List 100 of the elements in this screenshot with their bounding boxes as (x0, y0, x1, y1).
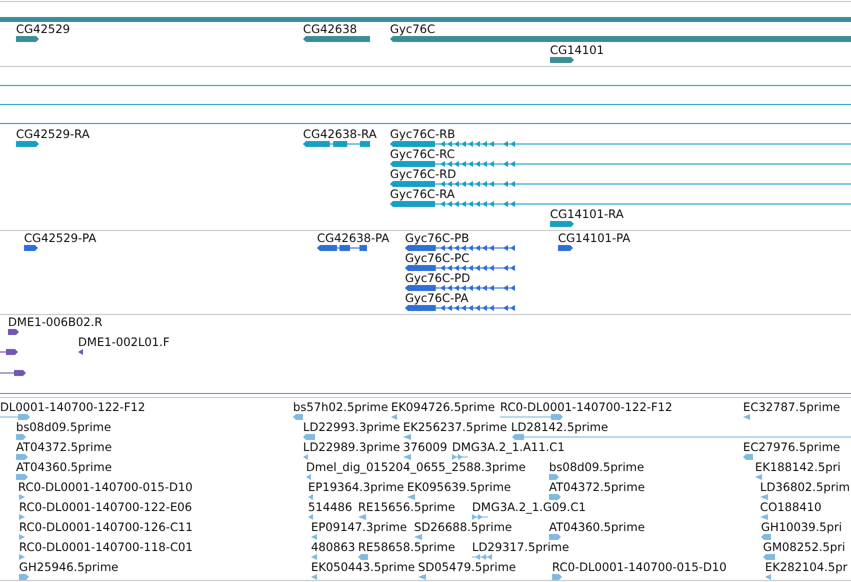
feature-label: DL0001-140700-122-F12 (0, 400, 146, 414)
feature-label: GH10039.5pri (761, 520, 842, 534)
est-glyph[interactable] (16, 454, 28, 460)
feature-label: bs57h02.5prime (293, 400, 388, 414)
clone-glyph[interactable] (8, 329, 19, 335)
feature-label: EK256237.5prime (403, 420, 508, 434)
feature-label: CG14101 (550, 43, 604, 57)
protein-glyph[interactable] (405, 265, 515, 271)
est-glyph[interactable] (16, 474, 28, 480)
est-glyph[interactable] (358, 554, 368, 560)
est-glyph[interactable] (0, 414, 30, 420)
transcript-glyph[interactable] (16, 141, 39, 147)
feature-label: RC0-DL0001-140700-122-E06 (19, 500, 192, 514)
est-glyph[interactable] (308, 514, 313, 520)
est-glyph[interactable] (303, 434, 315, 440)
est-glyph[interactable] (293, 414, 303, 420)
transcript-glyph[interactable] (390, 181, 851, 187)
feature-label: Gyc76C-RB (390, 127, 456, 141)
est-glyph[interactable] (549, 494, 561, 500)
est-glyph[interactable] (19, 494, 25, 500)
feature-label: AT04360.5prime (549, 520, 645, 534)
protein-glyph[interactable] (24, 245, 38, 251)
feature-label: AT04360.5prime (16, 460, 112, 474)
feature-label: Gyc76C-RD (390, 167, 456, 181)
feature-label: RC0-DL0001-140700-118-C01 (19, 540, 193, 554)
feature-label: EC27976.5prime (743, 440, 840, 454)
transcript-glyph[interactable] (390, 201, 851, 207)
feature-label: LD22989.3prime (303, 440, 400, 454)
feature-label: Gyc76C-PB (405, 231, 470, 245)
est-glyph[interactable] (311, 534, 317, 540)
est-glyph[interactable] (500, 414, 563, 420)
transcript-glyph[interactable] (390, 141, 851, 147)
est-glyph[interactable] (760, 494, 768, 500)
est-glyph[interactable] (552, 574, 562, 580)
feature-label: DME1-006B02.R (8, 315, 102, 329)
feature-label: DME1-002L01.F (78, 335, 170, 349)
feature-label: CG42529-PA (24, 231, 96, 245)
est-glyph[interactable] (19, 534, 25, 540)
est-glyph[interactable] (19, 514, 25, 520)
protein-glyph[interactable] (558, 245, 573, 251)
feature-label: AT04372.5prime (549, 480, 645, 494)
clone-glyph[interactable] (0, 349, 18, 355)
protein-glyph[interactable] (405, 245, 515, 251)
est-glyph[interactable] (549, 534, 561, 540)
est-glyph[interactable] (761, 534, 771, 540)
transcript-glyph[interactable] (390, 161, 851, 167)
est-glyph[interactable] (308, 494, 313, 500)
feature-label: SD26688.5prime (414, 520, 512, 534)
transcript-glyph[interactable] (303, 141, 370, 147)
feature-label: DMG3A.2_1.G09.C1 (472, 500, 586, 514)
est-glyph[interactable] (452, 454, 468, 460)
est-glyph[interactable] (19, 574, 29, 580)
feature-label: GH25946.5prime (19, 560, 118, 574)
est-glyph[interactable] (358, 514, 366, 520)
feature-label: CG42638-PA (317, 231, 390, 245)
feature-label: LD36802.5prim (760, 480, 850, 494)
gene-glyph[interactable] (303, 36, 370, 42)
feature-label: CG14101-PA (558, 231, 630, 245)
feature-label: EK282104.5pr (765, 560, 848, 574)
est-glyph[interactable] (414, 534, 422, 540)
est-glyph[interactable] (418, 574, 426, 580)
feature-label: CG14101-RA (550, 207, 624, 221)
est-glyph[interactable] (549, 474, 559, 480)
feature-label: RC0-DL0001-140700-015-D10 (552, 560, 727, 574)
est-glyph[interactable] (763, 554, 775, 560)
clone-glyph[interactable] (78, 349, 83, 355)
est-glyph[interactable] (19, 554, 25, 560)
feature-label: RE58658.5prime (358, 540, 456, 554)
est-glyph[interactable] (16, 434, 26, 440)
est-glyph[interactable] (472, 554, 492, 560)
est-glyph[interactable] (311, 574, 317, 580)
est-glyph[interactable] (472, 514, 488, 520)
est-glyph[interactable] (407, 494, 415, 500)
est-glyph[interactable] (311, 554, 317, 560)
feature-label: RC0-DL0001-140700-015-D10 (18, 480, 193, 494)
feature-label: Gyc76C-RC (390, 147, 455, 161)
feature-label: EP19364.3prime (308, 480, 404, 494)
feature-label: Gyc76C-PD (405, 271, 470, 285)
est-glyph[interactable] (391, 414, 397, 420)
feature-label: 480863 (311, 540, 356, 554)
gene-glyph[interactable] (550, 57, 574, 63)
est-glyph[interactable] (306, 474, 311, 480)
est-glyph[interactable] (755, 474, 762, 480)
feature-label: EK094726.5prime (391, 400, 496, 414)
est-glyph[interactable] (512, 434, 851, 440)
est-glyph[interactable] (765, 574, 771, 580)
feature-label: EK095639.5prime (407, 480, 512, 494)
feature-label: EC32787.5prime (743, 400, 840, 414)
est-glyph[interactable] (743, 414, 750, 420)
protein-glyph[interactable] (405, 305, 515, 311)
transcript-glyph[interactable] (550, 221, 574, 227)
est-glyph[interactable] (303, 454, 308, 460)
est-glyph[interactable] (403, 454, 411, 460)
gene-glyph[interactable] (16, 36, 39, 42)
clone-glyph[interactable] (0, 370, 26, 376)
protein-glyph[interactable] (405, 285, 515, 291)
est-glyph[interactable] (743, 454, 753, 460)
est-glyph[interactable] (760, 514, 768, 520)
est-glyph[interactable] (403, 434, 411, 440)
protein-glyph[interactable] (317, 245, 367, 251)
